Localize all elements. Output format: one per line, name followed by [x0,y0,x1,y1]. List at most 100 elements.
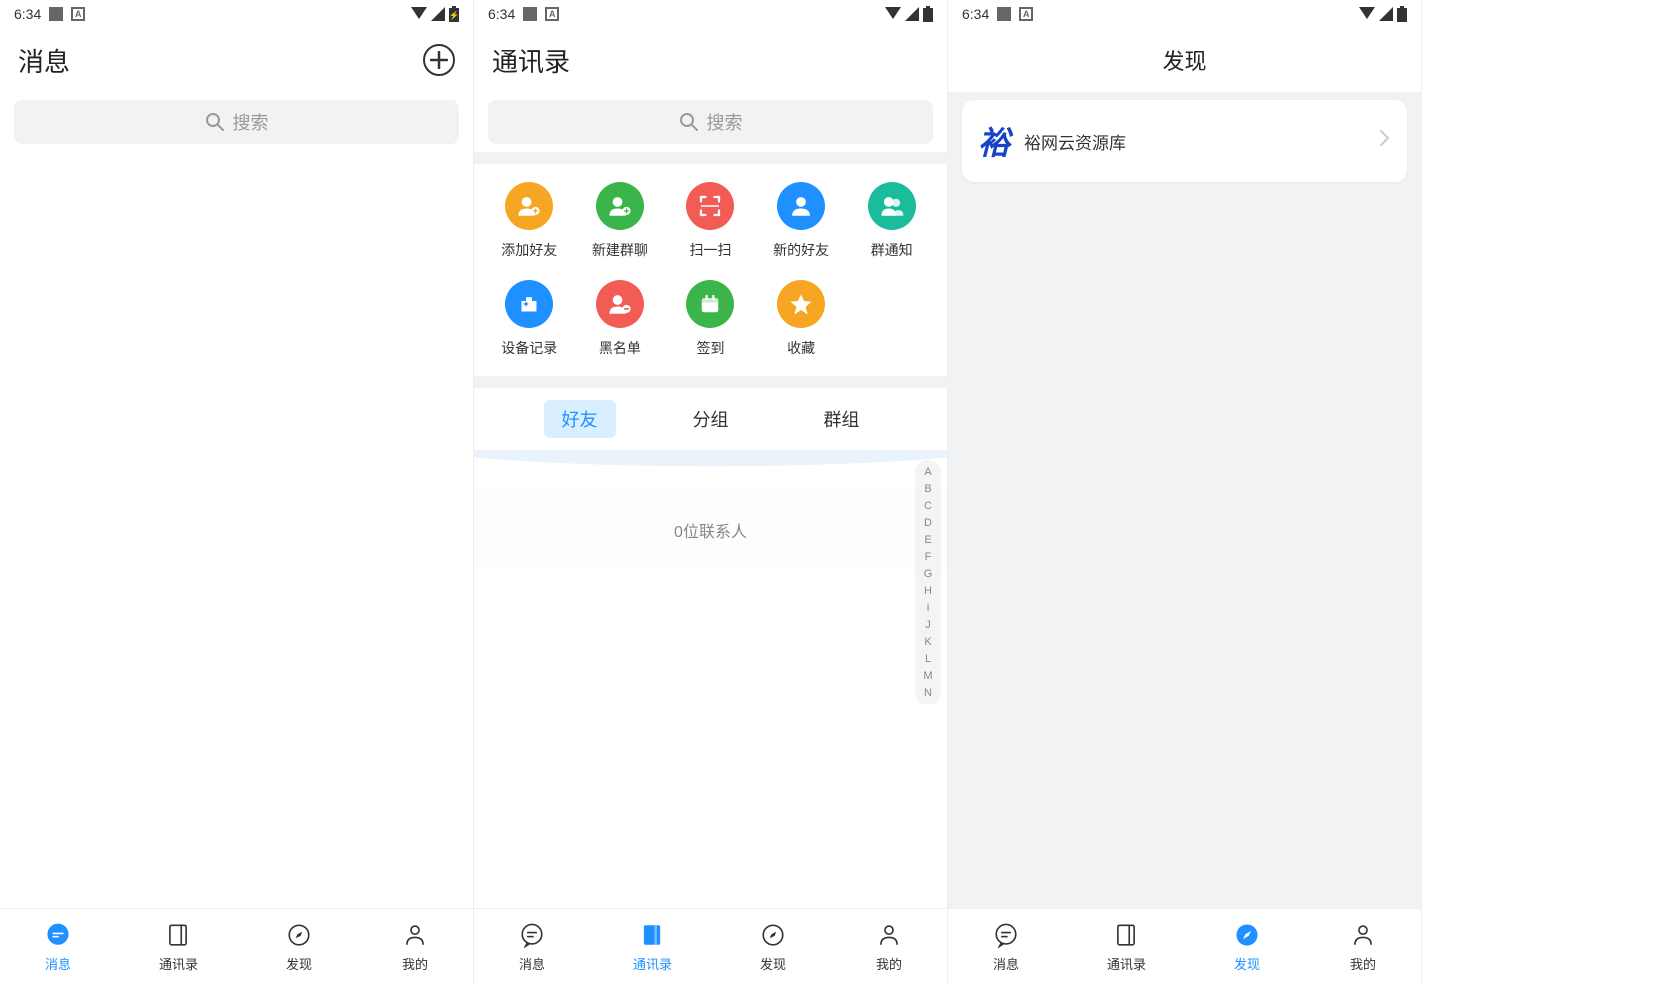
nav-discover[interactable]: 发现 [1232,920,1262,973]
action-checkin[interactable]: 签到 [665,280,756,358]
action-label: 签到 [696,338,724,358]
status-square-icon [523,7,537,21]
status-bar: 6:34 A ⚡ [0,0,473,28]
new-group-icon [596,182,644,230]
new-friends-icon [777,182,825,230]
alpha-letter[interactable]: C [924,500,932,512]
page-title: 发现 [1162,44,1206,76]
nav-label: 通讯录 [159,954,198,973]
message-icon [43,920,73,950]
nav-label: 我的 [876,954,902,973]
contacts-icon [1111,920,1141,950]
nav-label: 通讯录 [633,954,672,973]
nav-me[interactable]: 我的 [400,920,430,973]
alpha-letter[interactable]: F [925,551,932,563]
status-right-icons [885,6,933,22]
alpha-letter[interactable]: I [926,602,929,614]
status-time: 6:34 [962,6,989,22]
nav-label: 消息 [45,954,71,973]
status-square-icon [49,7,63,21]
alpha-letter[interactable]: A [924,466,931,478]
screen-discover: 6:34 A 发现 裕 裕网云资源库 消息 通讯录 [948,0,1422,984]
tab-friends[interactable]: 好友 [544,400,616,438]
status-time: 6:34 [14,6,41,22]
search-input[interactable]: 搜索 [14,100,459,144]
compass-icon [758,920,788,950]
plus-icon [430,51,448,69]
alpha-letter[interactable]: H [924,585,932,597]
page-title: 消息 [18,42,70,79]
nav-messages[interactable]: 消息 [43,920,73,973]
alpha-letter[interactable]: J [925,619,931,631]
header: 通讯录 [474,28,947,92]
svg-text:⚡: ⚡ [449,10,459,20]
add-friend-icon [505,182,553,230]
action-label: 添加好友 [501,240,557,260]
nav-label: 消息 [519,954,545,973]
person-icon [874,920,904,950]
search-icon [205,112,225,132]
action-group-notify[interactable]: 群通知 [846,182,937,260]
person-icon [1348,920,1378,950]
alpha-letter[interactable]: K [924,636,931,648]
action-device-log[interactable]: 设备记录 [484,280,575,358]
header: 发现 [948,28,1421,92]
battery-icon: ⚡ [449,6,459,22]
nav-contacts[interactable]: 通讯录 [1107,920,1146,973]
nav-label: 消息 [993,954,1019,973]
status-right-icons: ⚡ [411,6,459,22]
contacts-icon [637,920,667,950]
alpha-letter[interactable]: D [924,517,932,529]
message-icon [517,920,547,950]
chevron-right-icon [1379,129,1391,153]
action-new-group[interactable]: 新建群聊 [575,182,666,260]
bottom-nav: 消息 通讯录 发现 我的 [474,908,947,984]
alpha-letter[interactable]: G [924,568,933,580]
nav-messages[interactable]: 消息 [991,920,1021,973]
status-bar: 6:34 A [474,0,947,28]
action-label: 群通知 [871,240,913,260]
message-icon [991,920,1021,950]
tab-group-chats[interactable]: 群组 [806,400,878,438]
bottom-nav: 消息 通讯录 发现 我的 [948,908,1421,984]
checkin-icon [686,280,734,328]
action-blacklist[interactable]: 黑名单 [575,280,666,358]
alpha-index[interactable]: A B C D E F G H I J K L M N [915,460,941,705]
search-input[interactable]: 搜索 [488,100,933,144]
discover-item-yuwang[interactable]: 裕 裕网云资源库 [962,100,1407,182]
tab-groups-by[interactable]: 分组 [675,400,747,438]
status-bar: 6:34 A [948,0,1421,28]
nav-contacts[interactable]: 通讯录 [159,920,198,973]
alpha-letter[interactable]: E [924,534,931,546]
status-a-icon: A [1019,7,1033,21]
alpha-letter[interactable]: N [924,687,932,699]
group-notify-icon [868,182,916,230]
action-favorites[interactable]: 收藏 [756,280,847,358]
status-a-icon: A [545,7,559,21]
nav-contacts[interactable]: 通讯录 [633,920,672,973]
nav-me[interactable]: 我的 [1348,920,1378,973]
star-icon [777,280,825,328]
alpha-letter[interactable]: L [925,653,931,665]
header: 消息 [0,28,473,92]
search-placeholder: 搜索 [233,109,269,135]
action-add-friend[interactable]: 添加好友 [484,182,575,260]
contacts-icon [163,920,193,950]
device-log-icon [505,280,553,328]
status-a-icon: A [71,7,85,21]
nav-label: 我的 [402,954,428,973]
nav-discover[interactable]: 发现 [758,920,788,973]
screen-messages: 6:34 A ⚡ 消息 搜索 消息 通讯录 [0,0,474,984]
action-scan[interactable]: 扫一扫 [665,182,756,260]
action-label: 新建群聊 [592,240,648,260]
nav-me[interactable]: 我的 [874,920,904,973]
add-button[interactable] [423,44,455,76]
action-new-friends[interactable]: 新的好友 [756,182,847,260]
alpha-letter[interactable]: B [924,483,931,495]
screen-contacts: 6:34 A 通讯录 搜索 添加好友 新建群聊 [474,0,948,984]
search-icon [679,112,699,132]
nav-discover[interactable]: 发现 [284,920,314,973]
nav-label: 发现 [286,954,312,973]
alpha-letter[interactable]: M [923,670,932,682]
nav-messages[interactable]: 消息 [517,920,547,973]
